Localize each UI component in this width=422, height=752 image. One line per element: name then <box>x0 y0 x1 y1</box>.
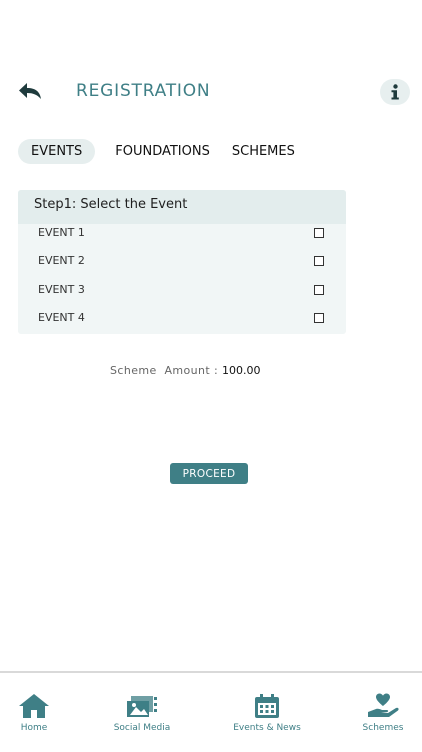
tab-schemes[interactable]: SCHEMES <box>232 144 295 159</box>
nav-events-news[interactable]: Events & News <box>222 691 312 743</box>
event-label: EVENT 3 <box>38 283 85 296</box>
event-label: EVENT 2 <box>38 254 85 267</box>
home-icon <box>19 694 49 718</box>
nav-label-schemes: Schemes <box>362 723 404 733</box>
card-title: Step1: Select the Event <box>34 197 188 212</box>
event-checkbox[interactable] <box>314 285 324 295</box>
tab-foundations[interactable]: FOUNDATIONS <box>115 144 210 159</box>
info-button[interactable] <box>380 79 410 105</box>
nav-schemes[interactable]: Schemes <box>338 691 422 743</box>
event-checkbox[interactable] <box>314 256 324 266</box>
event-label: EVENT 4 <box>38 311 85 324</box>
info-icon <box>391 84 399 100</box>
scheme-amount: Scheme Amount : 100.00 <box>110 364 260 377</box>
nav-social-media[interactable]: Social Media <box>97 691 187 743</box>
heart-hand-icon <box>368 693 399 717</box>
event-row-3[interactable]: EVENT 3 <box>18 277 346 305</box>
event-checkbox[interactable] <box>314 228 324 238</box>
event-selection-card: Step1: Select the Event EVENT 1 EVENT 2 … <box>18 190 346 334</box>
social-media-icon <box>127 696 157 717</box>
scheme-amount-label: Scheme Amount : <box>110 364 222 377</box>
bottom-navigation: Home Social Media Events & News Schemes <box>0 671 422 752</box>
calendar-icon <box>255 694 279 718</box>
nav-label-social-media: Social Media <box>113 723 171 733</box>
event-checkbox[interactable] <box>314 313 324 323</box>
nav-label-home: Home <box>20 723 48 733</box>
tab-events[interactable]: EVENTS <box>18 138 96 164</box>
header: REGISTRATION <box>0 78 422 108</box>
tab-bar: EVENTS FOUNDATIONS SCHEMES <box>18 138 317 164</box>
event-row-4[interactable]: EVENT 4 <box>18 305 346 333</box>
scheme-amount-value: 100.00 <box>221 364 261 377</box>
event-row-2[interactable]: EVENT 2 <box>18 248 346 276</box>
back-arrow-icon[interactable] <box>18 82 44 102</box>
event-row-1[interactable]: EVENT 1 <box>18 220 346 248</box>
proceed-button[interactable]: PROCEED <box>170 463 248 484</box>
event-label: EVENT 1 <box>38 226 85 239</box>
nav-label-events-news: Events & News <box>233 723 301 733</box>
page-title: REGISTRATION <box>76 81 211 101</box>
nav-home[interactable]: Home <box>0 691 79 743</box>
